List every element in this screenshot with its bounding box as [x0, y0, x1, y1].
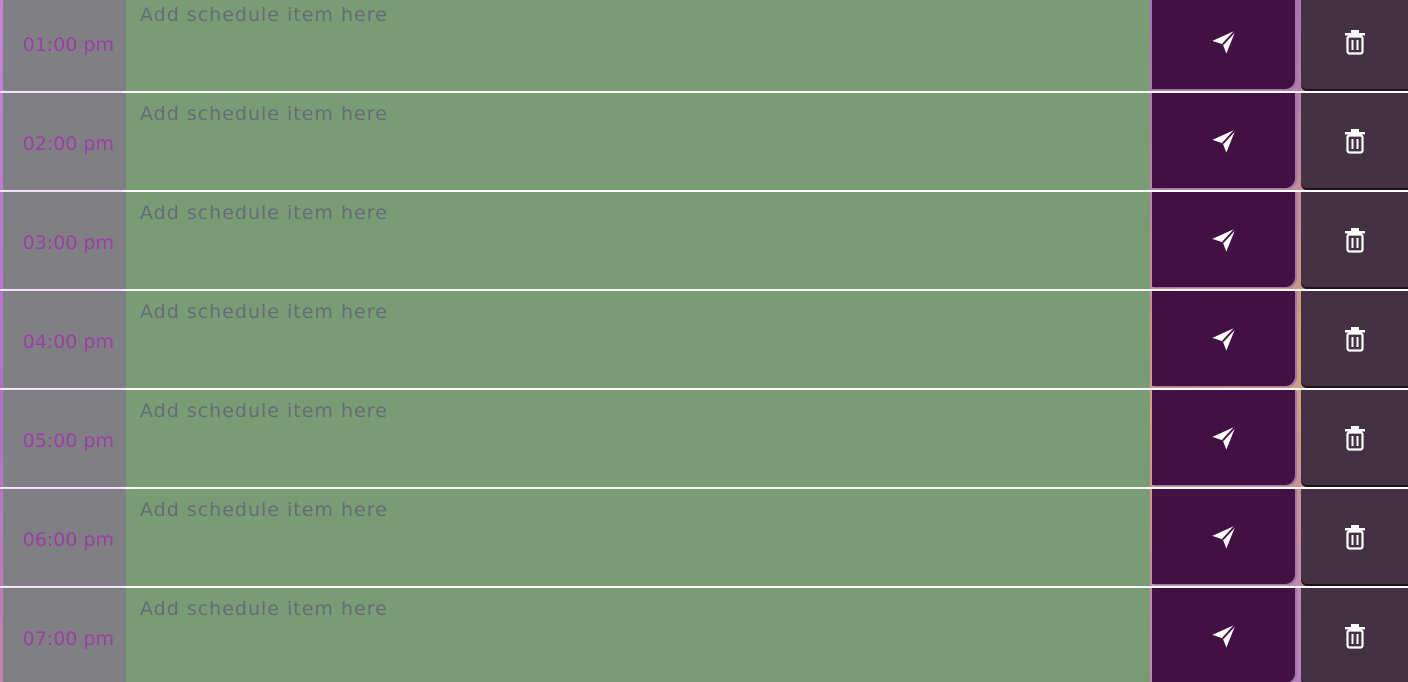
hour-label: 05:00 pm: [3, 390, 126, 487]
delete-button[interactable]: [1301, 291, 1408, 386]
save-button[interactable]: [1152, 390, 1295, 485]
hour-label: 02:00 pm: [3, 93, 126, 190]
schedule-input[interactable]: [126, 489, 1150, 586]
schedule-input[interactable]: [126, 192, 1150, 289]
save-button[interactable]: [1152, 93, 1295, 188]
paper-plane-icon: [1210, 622, 1238, 650]
schedule-input[interactable]: [126, 291, 1150, 388]
time-block: 02:00 pm: [0, 93, 1408, 192]
schedule-input[interactable]: [126, 588, 1150, 682]
save-button[interactable]: [1152, 291, 1295, 386]
trash-icon: [1343, 226, 1367, 254]
paper-plane-icon: [1210, 325, 1238, 353]
save-button[interactable]: [1152, 489, 1295, 584]
hour-label: 07:00 pm: [3, 588, 126, 682]
time-block: 04:00 pm: [0, 291, 1408, 390]
schedule-list: 01:00 pm 02:00 pm 03:00 pm: [0, 0, 1408, 682]
trash-icon: [1343, 424, 1367, 452]
hour-label: 01:00 pm: [3, 0, 126, 91]
delete-button[interactable]: [1301, 390, 1408, 485]
hour-label: 04:00 pm: [3, 291, 126, 388]
schedule-input[interactable]: [126, 0, 1150, 91]
delete-button[interactable]: [1301, 489, 1408, 584]
paper-plane-icon: [1210, 127, 1238, 155]
paper-plane-icon: [1210, 424, 1238, 452]
hour-label: 06:00 pm: [3, 489, 126, 586]
schedule-input[interactable]: [126, 390, 1150, 487]
save-button[interactable]: [1152, 588, 1295, 682]
paper-plane-icon: [1210, 523, 1238, 551]
schedule-input[interactable]: [126, 93, 1150, 190]
hour-label: 03:00 pm: [3, 192, 126, 289]
delete-button[interactable]: [1301, 588, 1408, 682]
time-block: 05:00 pm: [0, 390, 1408, 489]
save-button[interactable]: [1152, 192, 1295, 287]
trash-icon: [1343, 127, 1367, 155]
time-block: 06:00 pm: [0, 489, 1408, 588]
time-block: 03:00 pm: [0, 192, 1408, 291]
trash-icon: [1343, 28, 1367, 56]
trash-icon: [1343, 622, 1367, 650]
trash-icon: [1343, 325, 1367, 353]
paper-plane-icon: [1210, 28, 1238, 56]
delete-button[interactable]: [1301, 93, 1408, 188]
time-block: 07:00 pm: [0, 588, 1408, 682]
delete-button[interactable]: [1301, 0, 1408, 89]
save-button[interactable]: [1152, 0, 1295, 89]
delete-button[interactable]: [1301, 192, 1408, 287]
trash-icon: [1343, 523, 1367, 551]
paper-plane-icon: [1210, 226, 1238, 254]
time-block: 01:00 pm: [0, 0, 1408, 93]
